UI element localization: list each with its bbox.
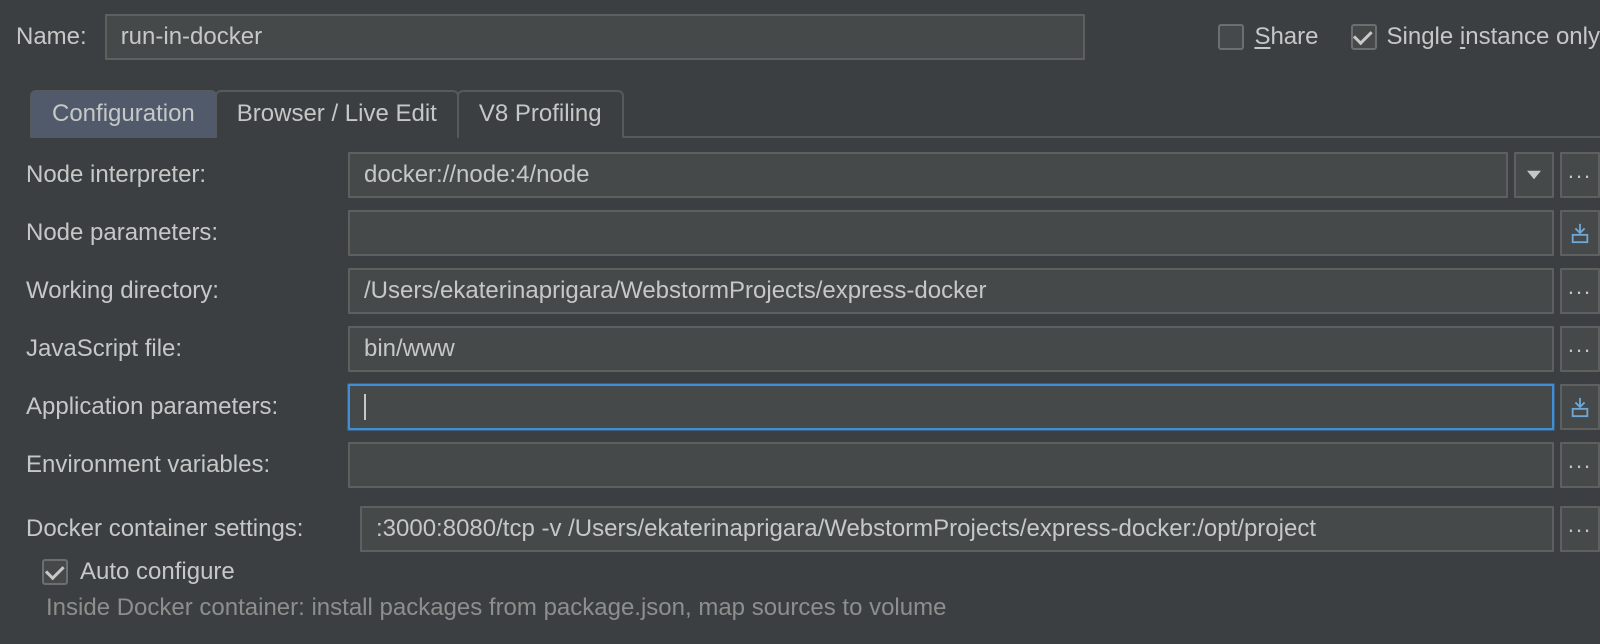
- tabs: Configuration Browser / Live Edit V8 Pro…: [30, 88, 1600, 138]
- expand-icon: [1569, 396, 1591, 418]
- tab-browser-live-edit[interactable]: Browser / Live Edit: [215, 90, 459, 138]
- working-directory-browse-button[interactable]: [1560, 268, 1600, 314]
- docker-container-settings-browse-button[interactable]: [1560, 506, 1600, 552]
- single-instance-checkbox[interactable]: [1351, 24, 1377, 50]
- auto-configure-label[interactable]: Auto configure: [80, 558, 235, 586]
- node-interpreter-dropdown-button[interactable]: [1514, 152, 1554, 198]
- javascript-file-field[interactable]: bin/www: [348, 326, 1554, 372]
- docker-container-settings-label: Docker container settings:: [26, 515, 348, 543]
- tab-v8-profiling[interactable]: V8 Profiling: [457, 90, 624, 138]
- node-parameters-expand-button[interactable]: [1560, 210, 1600, 256]
- share-label[interactable]: Share: [1254, 23, 1318, 51]
- auto-configure-hint: Inside Docker container: install package…: [46, 594, 1600, 622]
- environment-variables-field[interactable]: [348, 442, 1554, 488]
- working-directory-field[interactable]: /Users/ekaterinaprigara/WebstormProjects…: [348, 268, 1554, 314]
- text-caret: [364, 394, 366, 420]
- configuration-form: Node interpreter: docker://node:4/node N…: [16, 152, 1600, 622]
- application-parameters-expand-button[interactable]: [1560, 384, 1600, 430]
- share-checkbox[interactable]: [1218, 24, 1244, 50]
- auto-configure-checkbox[interactable]: [42, 559, 68, 585]
- expand-icon: [1569, 222, 1591, 244]
- environment-variables-label: Environment variables:: [26, 451, 348, 479]
- node-interpreter-field[interactable]: docker://node:4/node: [348, 152, 1508, 198]
- docker-container-settings-field[interactable]: :3000:8080/tcp -v /Users/ekaterinaprigar…: [360, 506, 1554, 552]
- application-parameters-label: Application parameters:: [26, 393, 348, 421]
- name-label: Name:: [16, 23, 87, 51]
- application-parameters-field[interactable]: [348, 384, 1554, 430]
- node-parameters-field[interactable]: [348, 210, 1554, 256]
- working-directory-label: Working directory:: [26, 277, 348, 305]
- name-input[interactable]: [105, 14, 1085, 60]
- tab-configuration[interactable]: Configuration: [30, 90, 217, 138]
- node-interpreter-label: Node interpreter:: [26, 161, 348, 189]
- single-instance-label[interactable]: Single instance only: [1387, 23, 1600, 51]
- node-parameters-label: Node parameters:: [26, 219, 348, 247]
- chevron-down-icon: [1527, 170, 1541, 180]
- javascript-file-browse-button[interactable]: [1560, 326, 1600, 372]
- javascript-file-label: JavaScript file:: [26, 335, 348, 363]
- environment-variables-browse-button[interactable]: [1560, 442, 1600, 488]
- node-interpreter-browse-button[interactable]: [1560, 152, 1600, 198]
